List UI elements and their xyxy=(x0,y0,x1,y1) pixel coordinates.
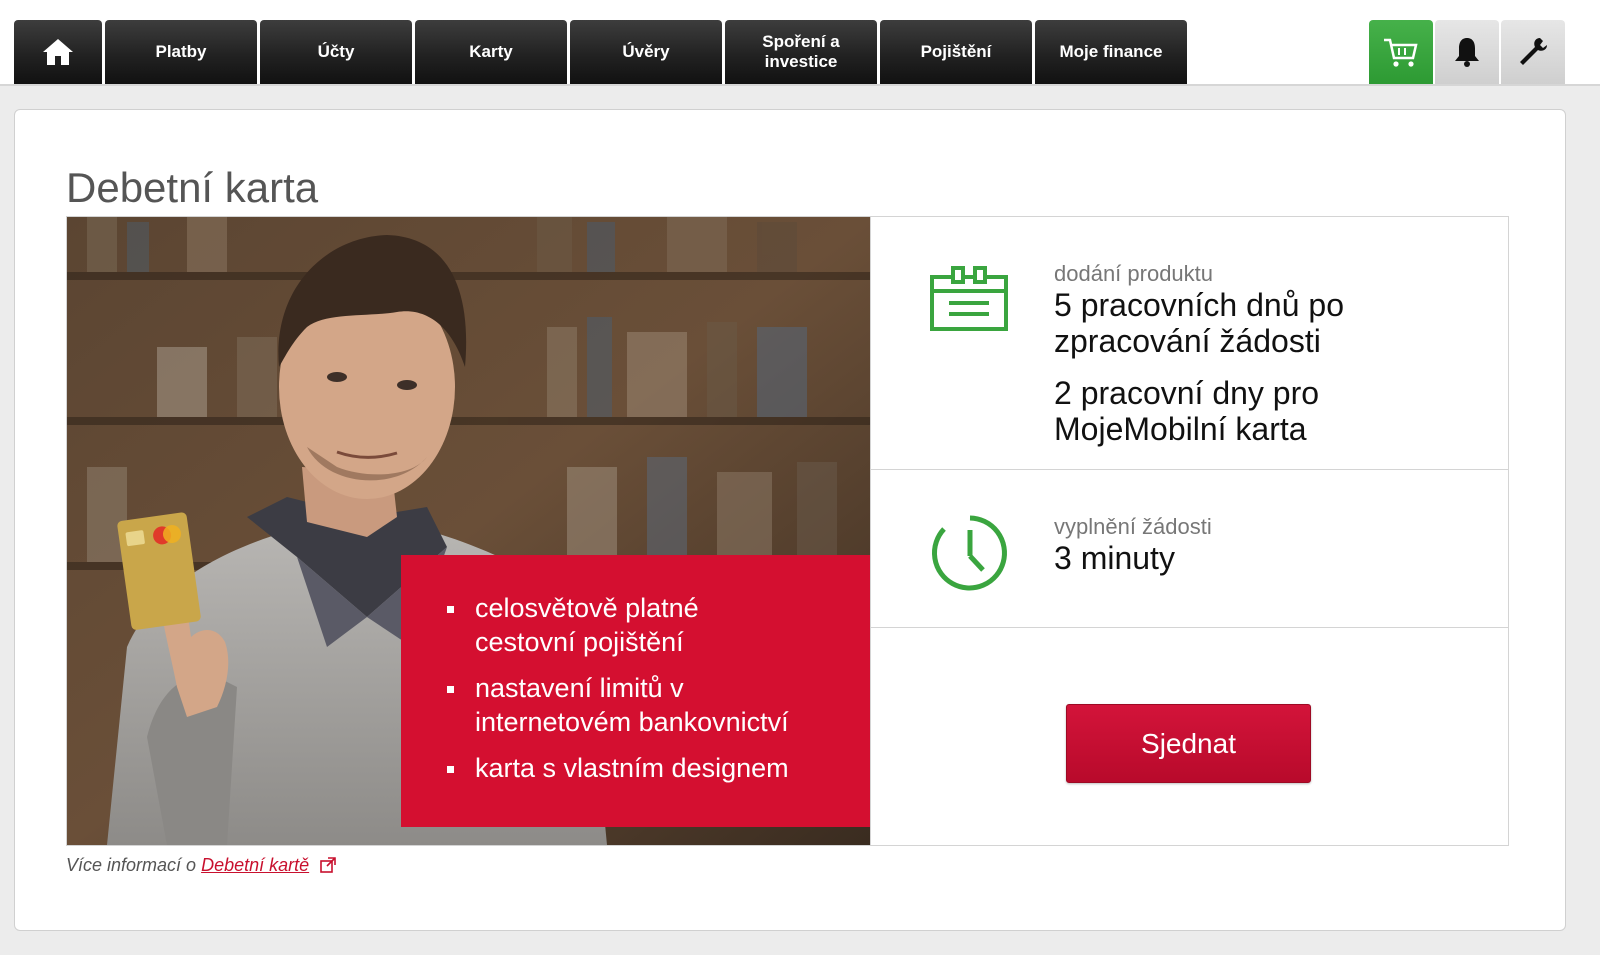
nav-label: Účty xyxy=(317,42,355,61)
nav-label: Pojištění xyxy=(920,42,992,61)
wrench-icon xyxy=(1520,38,1547,65)
nav-ucty[interactable]: Účty xyxy=(260,20,412,84)
home-icon xyxy=(43,39,73,65)
promo-box: celosvětově platné cestovní pojištění na… xyxy=(401,555,870,827)
promo-bullet: nastavení limitů v internetovém bankovni… xyxy=(447,671,847,739)
bell-icon xyxy=(1455,38,1479,67)
cart-icon xyxy=(1384,38,1418,67)
nav-platby[interactable]: Platby xyxy=(105,20,257,84)
product-card: celosvětově platné cestovní pojištění na… xyxy=(66,216,1509,846)
clock-icon xyxy=(932,515,1007,591)
calendar-icon xyxy=(930,266,1008,331)
nav-label: Moje finance xyxy=(1059,42,1163,61)
nav-karty[interactable]: Karty xyxy=(415,20,567,84)
nav-label: Platby xyxy=(155,42,207,61)
more-info-prefix: Více informací o xyxy=(66,855,197,875)
nav-label: Spoření a investice xyxy=(762,32,840,71)
main-nav: Platby Účty Karty Úvěry Spoření a invest… xyxy=(14,20,1190,84)
promo-bullet: celosvětově platné cestovní pojištění xyxy=(447,591,707,659)
page-title: Debetní karta xyxy=(66,164,319,211)
product-info: dodání produktu 5 pracovních dnů po zpra… xyxy=(870,217,1509,845)
nav-moje-finance[interactable]: Moje finance xyxy=(1035,20,1187,84)
delivery-row: dodání produktu 5 pracovních dnů po zpra… xyxy=(871,217,1509,470)
debit-card-link[interactable]: Debetní kartě xyxy=(201,855,309,875)
delivery-label: dodání produktu xyxy=(1054,261,1214,286)
toolbar xyxy=(1367,20,1565,84)
delivery-text: dodání produktu 5 pracovních dnů po zpra… xyxy=(1054,261,1384,447)
cta-row: Sjednat xyxy=(871,628,1509,845)
nav-uvery[interactable]: Úvěry xyxy=(570,20,722,84)
promo-bullet: karta s vlastním designem xyxy=(447,751,850,785)
delivery-value: 5 pracovních dnů po zpracování žádosti xyxy=(1054,287,1344,359)
notifications-button[interactable] xyxy=(1435,20,1499,84)
fill-label: vyplnění žádosti xyxy=(1054,514,1212,539)
settings-button[interactable] xyxy=(1501,20,1565,84)
product-panel: Debetní karta celosvětově platné cestovn… xyxy=(14,109,1566,931)
hero-image: celosvětově platné cestovní pojištění na… xyxy=(67,217,870,845)
external-link-icon[interactable] xyxy=(320,857,336,873)
nav-pojisteni[interactable]: Pojištění xyxy=(880,20,1032,84)
more-info: Více informací o Debetní kartě xyxy=(66,855,336,876)
sjednat-button[interactable]: Sjednat xyxy=(1066,704,1311,783)
delivery-value-mobile: 2 pracovní dny pro MojeMobilní karta xyxy=(1054,375,1320,447)
fill-text: vyplnění žádosti 3 minuty xyxy=(1054,514,1212,576)
nav-label: Karty xyxy=(469,42,513,61)
nav-home[interactable] xyxy=(14,20,102,84)
cart-button[interactable] xyxy=(1369,20,1433,84)
promo-list: celosvětově platné cestovní pojištění na… xyxy=(447,591,850,785)
fill-value: 3 minuty xyxy=(1054,540,1175,576)
nav-sporeni[interactable]: Spoření a investice xyxy=(725,20,877,84)
top-navigation: Platby Účty Karty Úvěry Spoření a invest… xyxy=(0,0,1600,86)
fill-row: vyplnění žádosti 3 minuty xyxy=(871,470,1509,628)
nav-label: Úvěry xyxy=(622,42,670,61)
